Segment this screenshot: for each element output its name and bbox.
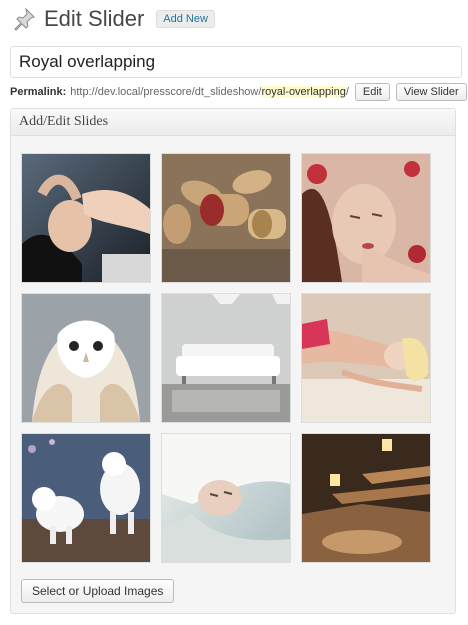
- slides-grid: [21, 153, 431, 563]
- select-upload-images-button[interactable]: Select or Upload Images: [21, 579, 175, 603]
- slides-panel: Add/Edit Slides Select or Upload Images: [10, 108, 456, 614]
- slide-thumbnail[interactable]: [21, 433, 151, 563]
- slider-title-input[interactable]: Royal overlapping: [10, 46, 462, 78]
- permalink-row: Permalink: http://dev.local/presscore/dt…: [10, 83, 467, 101]
- slide-thumbnail[interactable]: [301, 293, 431, 423]
- page-header: Edit Slider Add New: [12, 4, 215, 34]
- slide-thumbnail[interactable]: [161, 433, 291, 563]
- slide-thumbnail[interactable]: [21, 293, 151, 423]
- slide-thumbnail[interactable]: [161, 153, 291, 283]
- pushpin-icon: [14, 7, 35, 31]
- page-title: Edit Slider: [44, 6, 145, 31]
- slides-panel-header: Add/Edit Slides: [11, 109, 455, 136]
- slide-thumbnail[interactable]: [301, 153, 431, 283]
- permalink-url-end: /: [345, 86, 349, 98]
- add-new-button[interactable]: Add New: [156, 10, 215, 28]
- permalink-slug[interactable]: royal-overlapping: [261, 86, 346, 98]
- slide-thumbnail[interactable]: [301, 433, 431, 563]
- permalink-label: Permalink:: [10, 86, 67, 98]
- slide-thumbnail[interactable]: [161, 293, 291, 423]
- edit-permalink-button[interactable]: Edit: [354, 83, 390, 101]
- slide-thumbnail[interactable]: [21, 153, 151, 283]
- permalink-url-base: http://dev.local/presscore/dt_slideshow/: [70, 86, 262, 98]
- view-slider-button[interactable]: View Slider: [395, 83, 467, 101]
